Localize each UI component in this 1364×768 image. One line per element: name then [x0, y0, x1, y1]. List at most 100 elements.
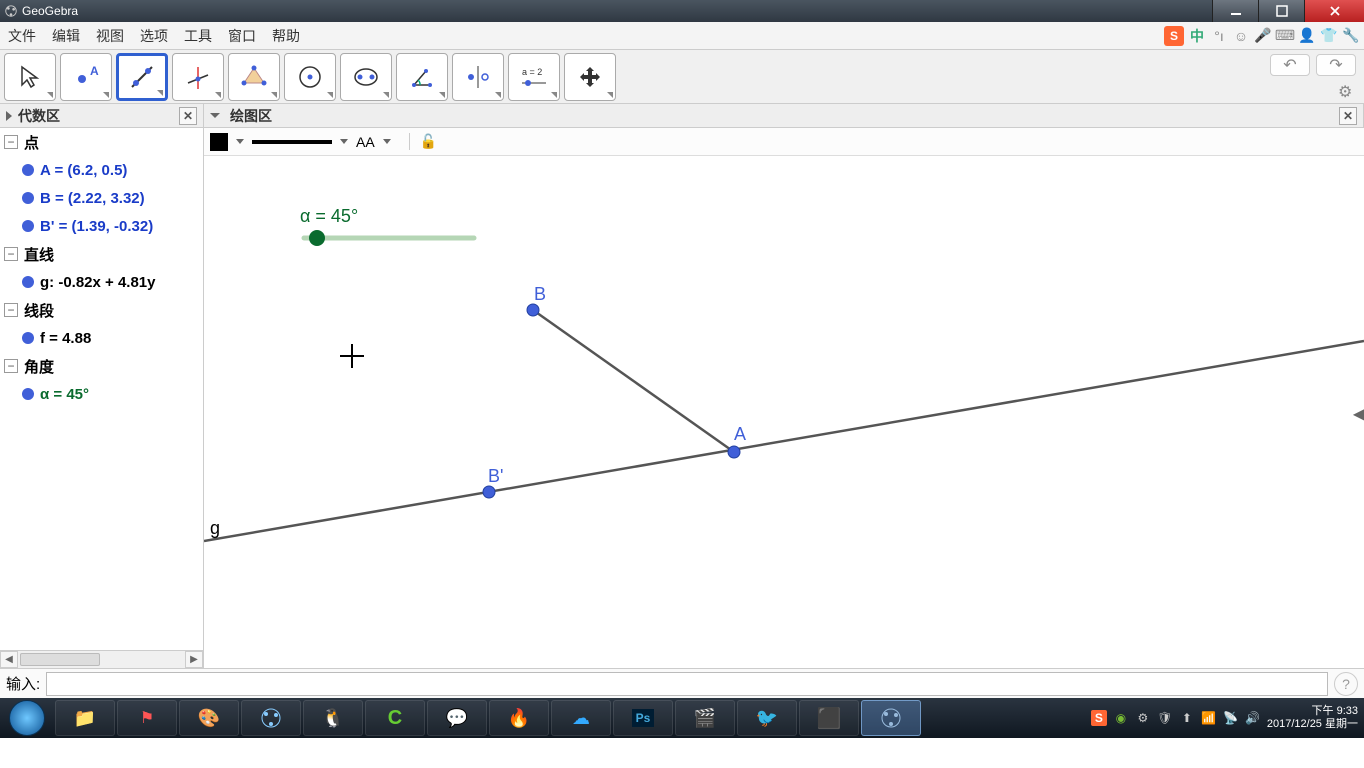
menu-options[interactable]: 选项	[132, 26, 176, 46]
task-qq[interactable]: 🐧	[303, 700, 363, 736]
minimize-button[interactable]	[1212, 0, 1258, 22]
tray-volume-icon[interactable]: 🔊	[1245, 710, 1261, 726]
graphics-canvas[interactable]: α = 45° B A B' g ◀	[204, 156, 1364, 668]
app-icon	[4, 4, 18, 18]
ime-settings-icon[interactable]: 🔧	[1342, 27, 1360, 45]
task-geogebra-alt[interactable]	[241, 700, 301, 736]
expand-right-icon[interactable]: ◀	[1354, 402, 1364, 426]
line-label-g: g	[210, 518, 220, 539]
tool-move-view[interactable]	[564, 53, 616, 101]
tool-polygon[interactable]	[228, 53, 280, 101]
menu-view[interactable]: 视图	[88, 26, 132, 46]
category-line[interactable]: −直线	[0, 240, 203, 268]
tool-line[interactable]	[116, 53, 168, 101]
font-size-label[interactable]: AA	[356, 134, 375, 150]
scroll-right-icon[interactable]: ▶	[185, 651, 203, 668]
graphics-close-button[interactable]: ✕	[1339, 107, 1357, 125]
tool-ellipse[interactable]	[340, 53, 392, 101]
task-geogebra[interactable]	[861, 700, 921, 736]
point-label-Bprime: B'	[488, 466, 503, 487]
task-explorer[interactable]: 📁	[55, 700, 115, 736]
line-dropdown-icon[interactable]	[340, 139, 348, 144]
input-label: 输入:	[6, 673, 40, 694]
close-button[interactable]	[1304, 0, 1364, 22]
tool-reflect[interactable]	[452, 53, 504, 101]
tray-sogou-icon[interactable]: S	[1091, 710, 1107, 726]
object-alpha[interactable]: α = 45°	[0, 380, 203, 408]
task-browser[interactable]: 🔥	[489, 700, 549, 736]
scroll-thumb[interactable]	[20, 653, 100, 666]
command-input[interactable]	[46, 672, 1328, 696]
color-dropdown-icon[interactable]	[236, 139, 244, 144]
task-wechat[interactable]: 💬	[427, 700, 487, 736]
input-bar: 输入: ?	[0, 668, 1364, 698]
menu-window[interactable]: 窗口	[220, 26, 264, 46]
menu-bar: 文件 编辑 视图 选项 工具 窗口 帮助 S 中 °ı ☺ 🎤 ⌨ 👤 👕 🔧	[0, 22, 1364, 50]
category-segment[interactable]: −线段	[0, 296, 203, 324]
font-dropdown-icon[interactable]	[383, 139, 391, 144]
ime-lang-label[interactable]: 中	[1188, 27, 1206, 45]
graphics-panel-header: 绘图区 ✕	[204, 104, 1364, 127]
tool-move[interactable]	[4, 53, 56, 101]
tool-angle[interactable]	[396, 53, 448, 101]
algebra-panel-header: 代数区 ✕	[0, 104, 204, 127]
graphics-title: 绘图区	[230, 106, 272, 126]
menu-edit[interactable]: 编辑	[44, 26, 88, 46]
ime-emoji-icon[interactable]: ☺	[1232, 27, 1250, 45]
point-label-B: B	[534, 284, 546, 305]
task-paint[interactable]: 🎨	[179, 700, 239, 736]
task-app1[interactable]: ⚑	[117, 700, 177, 736]
menu-file[interactable]: 文件	[0, 26, 44, 46]
menu-tools[interactable]: 工具	[176, 26, 220, 46]
window-titlebar: GeoGebra	[0, 0, 1364, 22]
task-media[interactable]: 🎬	[675, 700, 735, 736]
menu-help[interactable]: 帮助	[264, 26, 308, 46]
object-A[interactable]: A = (6.2, 0.5)	[0, 156, 203, 184]
ime-sogou-icon[interactable]: S	[1164, 26, 1184, 46]
tool-slider[interactable]: a = 2	[508, 53, 560, 101]
help-button[interactable]: ?	[1334, 672, 1358, 696]
task-camtasia[interactable]: C	[365, 700, 425, 736]
line-style-picker[interactable]	[252, 140, 332, 144]
ime-mic-icon[interactable]: 🎤	[1254, 27, 1272, 45]
algebra-scrollbar[interactable]: ◀ ▶	[0, 650, 203, 668]
category-angle[interactable]: −角度	[0, 352, 203, 380]
collapse-icon[interactable]	[210, 113, 220, 118]
tool-perpendicular[interactable]	[172, 53, 224, 101]
undo-button[interactable]: ↶	[1270, 54, 1310, 76]
object-Bprime[interactable]: B' = (1.39, -0.32)	[0, 212, 203, 240]
start-button[interactable]	[0, 698, 54, 738]
lock-icon[interactable]: 🔓	[409, 133, 437, 150]
ime-keyboard-icon[interactable]: ⌨	[1276, 27, 1294, 45]
task-cloud[interactable]: ☁	[551, 700, 611, 736]
ime-skin-icon[interactable]: 👕	[1320, 27, 1338, 45]
ime-punct-icon[interactable]: °ı	[1210, 27, 1228, 45]
collapse-icon[interactable]	[6, 111, 12, 121]
tray-icon3[interactable]: ⬆	[1179, 710, 1195, 726]
color-picker[interactable]	[210, 133, 228, 151]
graphics-style-bar: AA 🔓	[204, 128, 1364, 156]
task-photoshop[interactable]: Ps	[613, 700, 673, 736]
ime-user-icon[interactable]: 👤	[1298, 27, 1316, 45]
object-f[interactable]: f = 4.88	[0, 324, 203, 352]
tray-icon2[interactable]: 🛡	[1157, 710, 1173, 726]
tray-nvidia-icon[interactable]: ◉	[1113, 710, 1129, 726]
tool-circle[interactable]	[284, 53, 336, 101]
scroll-left-icon[interactable]: ◀	[0, 651, 18, 668]
tray-icon1[interactable]: ⚙	[1135, 710, 1151, 726]
task-recorder[interactable]: ⬛	[799, 700, 859, 736]
category-point[interactable]: −点	[0, 128, 203, 156]
window-title: GeoGebra	[22, 4, 78, 18]
tool-point[interactable]: A	[60, 53, 112, 101]
toolbar-settings-icon[interactable]: ⚙	[1338, 82, 1356, 100]
redo-button[interactable]: ↷	[1316, 54, 1356, 76]
algebra-close-button[interactable]: ✕	[179, 107, 197, 125]
tray-icon4[interactable]: 📶	[1201, 710, 1217, 726]
object-g[interactable]: g: -0.82x + 4.81y	[0, 268, 203, 296]
maximize-button[interactable]	[1258, 0, 1304, 22]
algebra-title: 代数区	[18, 106, 60, 126]
tray-network-icon[interactable]: 📡	[1223, 710, 1239, 726]
task-thunder[interactable]: 🐦	[737, 700, 797, 736]
taskbar-clock[interactable]: 下午 9:33 2017/12/25 星期一	[1267, 705, 1358, 731]
object-B[interactable]: B = (2.22, 3.32)	[0, 184, 203, 212]
